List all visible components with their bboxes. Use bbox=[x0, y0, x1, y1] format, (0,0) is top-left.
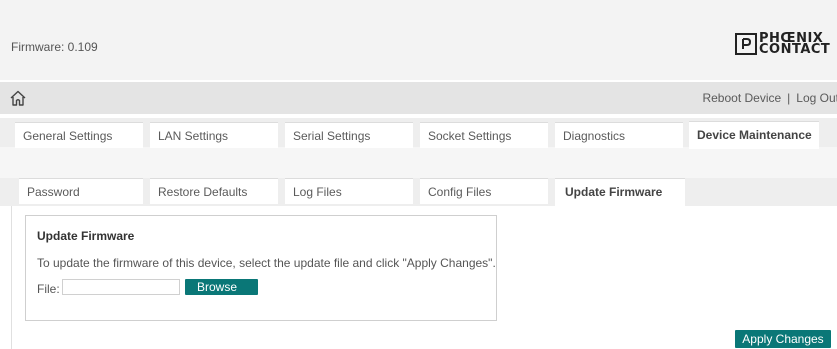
file-input[interactable] bbox=[62, 279, 180, 295]
tab-password[interactable]: Password bbox=[19, 178, 143, 204]
tab-general-settings[interactable]: General Settings bbox=[15, 122, 143, 148]
sub-tab-bar: Password Restore Defaults Log Files Conf… bbox=[0, 178, 837, 206]
update-firmware-box: Update Firmware To update the firmware o… bbox=[25, 215, 497, 321]
tab-log-files[interactable]: Log Files bbox=[285, 178, 413, 204]
file-label: File: bbox=[37, 282, 60, 296]
header: Firmware: 0.109 PHŒNIX CONTACT bbox=[0, 0, 837, 80]
reboot-device-link[interactable]: Reboot Device bbox=[702, 91, 781, 105]
logo-line2: CONTACT bbox=[759, 42, 831, 57]
tab-update-firmware[interactable]: Update Firmware bbox=[555, 178, 685, 206]
tab-serial-settings[interactable]: Serial Settings bbox=[285, 122, 413, 148]
home-icon[interactable] bbox=[9, 89, 27, 107]
firmware-version: Firmware: 0.109 bbox=[11, 40, 98, 54]
top-links: Reboot Device | Log Out bbox=[702, 91, 837, 105]
apply-changes-button[interactable]: Apply Changes bbox=[735, 330, 831, 348]
tab-socket-settings[interactable]: Socket Settings bbox=[420, 122, 548, 148]
main-tab-bar: General Settings LAN Settings Serial Set… bbox=[0, 118, 837, 180]
tab-device-maintenance[interactable]: Device Maintenance bbox=[689, 121, 819, 149]
logo-text: PHŒNIX CONTACT bbox=[759, 32, 831, 57]
main-tab-strip bbox=[0, 147, 837, 180]
logo-mark-icon bbox=[735, 33, 757, 55]
tab-lan-settings[interactable]: LAN Settings bbox=[150, 122, 278, 148]
navbar: Reboot Device | Log Out bbox=[0, 82, 837, 114]
link-separator: | bbox=[787, 91, 791, 105]
logout-link[interactable]: Log Out bbox=[796, 91, 837, 105]
tab-diagnostics[interactable]: Diagnostics bbox=[555, 122, 683, 148]
phoenix-contact-logo: PHŒNIX CONTACT bbox=[735, 29, 837, 59]
content-panel: Update Firmware To update the firmware o… bbox=[11, 206, 837, 349]
tab-config-files[interactable]: Config Files bbox=[420, 178, 548, 204]
update-firmware-description: To update the firmware of this device, s… bbox=[37, 256, 496, 270]
update-firmware-title: Update Firmware bbox=[37, 229, 135, 243]
browse-button[interactable]: Browse bbox=[185, 279, 258, 295]
tab-restore-defaults[interactable]: Restore Defaults bbox=[150, 178, 278, 204]
